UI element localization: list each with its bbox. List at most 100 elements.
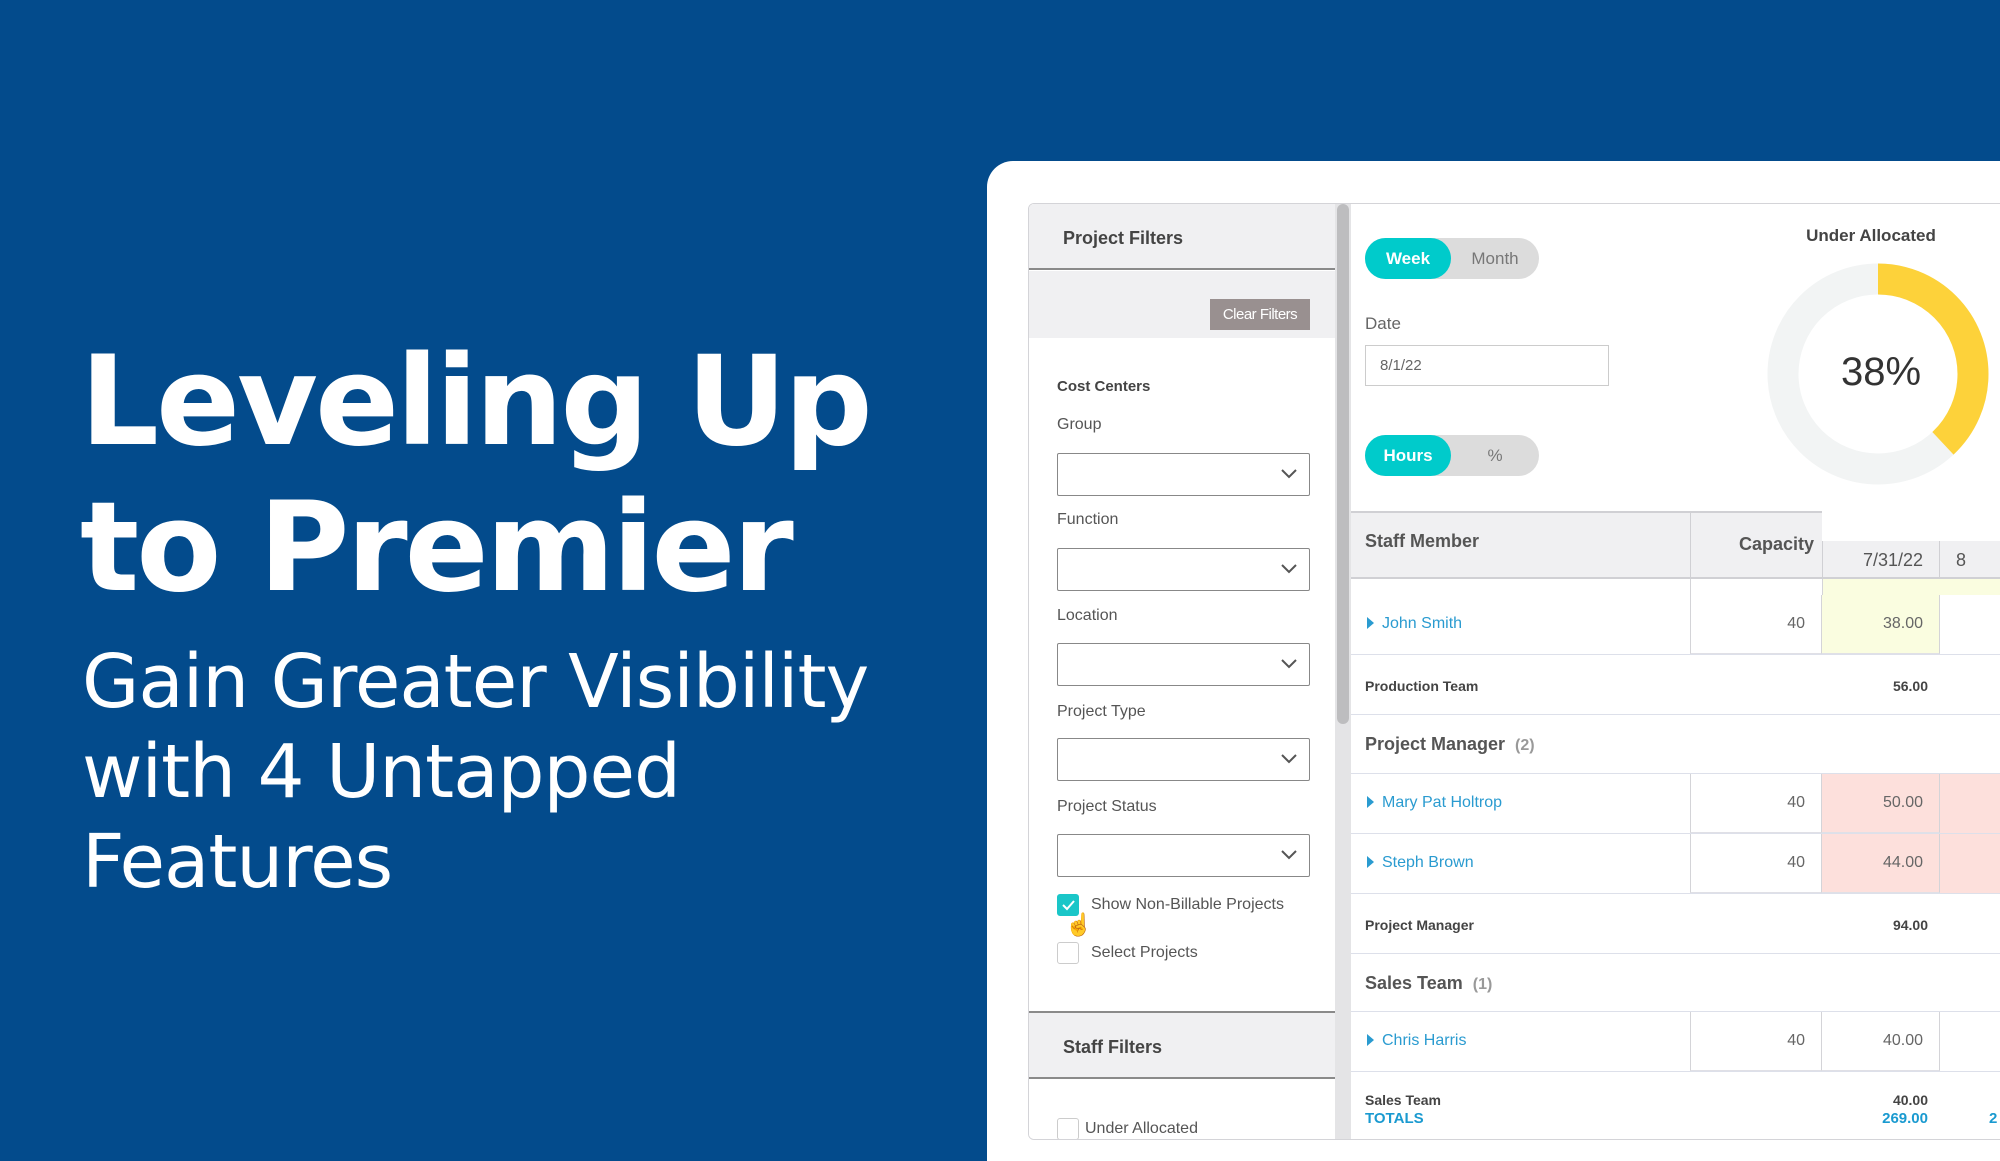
staff-link[interactable]: Mary Pat Holtrop bbox=[1367, 794, 1502, 812]
chevron-down-icon bbox=[1281, 564, 1297, 574]
staff-link[interactable]: John Smith bbox=[1367, 615, 1462, 633]
hero-subtitle-line-3: Features bbox=[82, 819, 393, 905]
header-date-1: 7/31/22 bbox=[1822, 541, 1940, 579]
staff-filters-header: Staff Filters bbox=[1029, 1011, 1335, 1079]
show-non-billable-label: Show Non-Billable Projects bbox=[1091, 896, 1284, 913]
header-capacity: Capacity bbox=[1690, 513, 1822, 579]
header-spacer bbox=[1822, 511, 2000, 541]
unit-toggle[interactable]: Hours % bbox=[1365, 435, 1539, 476]
subtotal-row: Sales Team 40.00 bbox=[1351, 1072, 2000, 1106]
totals-next-value: 2 bbox=[1989, 1110, 1998, 1127]
hero-subtitle-line-1: Gain Greater Visibility bbox=[82, 639, 869, 725]
group-label: Sales Team (1) bbox=[1365, 973, 1492, 994]
subtotal-label: Sales Team bbox=[1365, 1092, 1442, 1106]
group-name: Sales Team bbox=[1365, 973, 1463, 993]
hero-subtitle-line-2: with 4 Untapped bbox=[82, 729, 681, 815]
expand-caret-icon[interactable] bbox=[1367, 617, 1374, 629]
hours-option[interactable]: Hours bbox=[1365, 435, 1451, 476]
subtotal-row: Production Team 56.00 bbox=[1351, 655, 2000, 715]
percent-option[interactable]: % bbox=[1451, 435, 1539, 476]
hero-title-line-2: to Premier bbox=[80, 476, 794, 620]
group-row: Project Manager (2) bbox=[1351, 715, 2000, 774]
under-allocated-label: Under Allocated bbox=[1085, 1120, 1198, 1137]
subtotal-row: Project Manager 94.00 bbox=[1351, 894, 2000, 954]
function-label: Function bbox=[1057, 511, 1119, 528]
clear-filters-button[interactable]: Clear Filters bbox=[1210, 299, 1310, 330]
capacity-cell: 40 bbox=[1690, 774, 1822, 833]
project-type-label: Project Type bbox=[1057, 703, 1146, 720]
table-row: Mary Pat Holtrop 40 50.00 bbox=[1351, 774, 2000, 834]
value-cell[interactable]: 40.00 bbox=[1822, 1012, 1940, 1071]
group-count: (2) bbox=[1515, 737, 1535, 754]
header-date-2: 8 bbox=[1956, 550, 1967, 570]
group-label: Project Manager (2) bbox=[1365, 734, 1535, 755]
gauge-value: 38% bbox=[1840, 350, 1922, 394]
location-label: Location bbox=[1057, 607, 1118, 624]
hand-cursor-icon: ☝ bbox=[1065, 912, 1093, 937]
table-row: Chris Harris 40 40.00 bbox=[1351, 1012, 2000, 1072]
staff-name[interactable]: Steph Brown bbox=[1382, 854, 1474, 871]
table-row: Steph Brown 40 44.00 bbox=[1351, 834, 2000, 894]
staff-name[interactable]: John Smith bbox=[1382, 615, 1462, 632]
clear-bar: Clear Filters bbox=[1029, 271, 1335, 338]
month-option[interactable]: Month bbox=[1451, 238, 1539, 279]
totals-value: 269.00 bbox=[1882, 1110, 1928, 1127]
highlight-strip bbox=[1822, 579, 2000, 595]
value-cell[interactable]: 38.00 bbox=[1822, 595, 1940, 654]
staff-name[interactable]: Mary Pat Holtrop bbox=[1382, 794, 1502, 811]
date-label: Date bbox=[1365, 314, 1401, 333]
subtotal-value: 40.00 bbox=[1892, 1092, 1928, 1106]
project-filters-header: Project Filters bbox=[1029, 204, 1335, 270]
chevron-down-icon bbox=[1281, 469, 1297, 479]
group-count: (1) bbox=[1472, 976, 1493, 993]
capacity-cell: 40 bbox=[1690, 1012, 1822, 1071]
staff-name[interactable]: Chris Harris bbox=[1382, 1032, 1466, 1049]
value-cell[interactable]: 44.00 bbox=[1822, 834, 1940, 893]
hero-title-line-1: Leveling Up bbox=[80, 330, 873, 474]
table-header: Staff Member Capacity 7/31/22 8 bbox=[1351, 511, 2000, 579]
subtotal-label: Production Team bbox=[1365, 678, 1479, 694]
header-staff-member: Staff Member bbox=[1365, 531, 1480, 551]
filter-scrollbar[interactable] bbox=[1335, 204, 1351, 1139]
group-name: Project Manager bbox=[1365, 734, 1506, 754]
subtotal-label: Project Manager bbox=[1365, 917, 1474, 933]
date-input[interactable]: 8/1/22 bbox=[1365, 345, 1609, 386]
period-toggle[interactable]: Week Month bbox=[1365, 238, 1539, 279]
group-label: Group bbox=[1057, 416, 1102, 433]
capacity-cell: 40 bbox=[1690, 834, 1822, 893]
staff-link[interactable]: Steph Brown bbox=[1367, 854, 1474, 872]
expand-caret-icon[interactable] bbox=[1367, 856, 1374, 868]
scrollbar-thumb[interactable] bbox=[1337, 204, 1349, 724]
chevron-down-icon bbox=[1281, 754, 1297, 764]
select-projects-label: Select Projects bbox=[1091, 944, 1198, 961]
expand-caret-icon[interactable] bbox=[1367, 1034, 1374, 1046]
next-value-cell[interactable] bbox=[1940, 774, 2000, 833]
function-select[interactable] bbox=[1057, 548, 1310, 591]
value-cell[interactable]: 50.00 bbox=[1822, 774, 1940, 833]
app-frame: Project Filters Clear Filters Cost Cente… bbox=[1028, 203, 2000, 1140]
subtotal-value: 94.00 bbox=[1892, 917, 1928, 933]
project-status-label: Project Status bbox=[1057, 798, 1157, 815]
week-option[interactable]: Week bbox=[1365, 238, 1451, 279]
project-type-select[interactable] bbox=[1057, 738, 1310, 781]
table-row: John Smith 40 38.00 bbox=[1351, 595, 2000, 655]
totals-row: TOTALS 269.00 2 bbox=[1351, 1106, 2000, 1139]
capacity-cell: 40 bbox=[1690, 595, 1822, 654]
staff-link[interactable]: Chris Harris bbox=[1367, 1032, 1466, 1050]
expand-caret-icon[interactable] bbox=[1367, 796, 1374, 808]
under-allocated-checkbox[interactable] bbox=[1057, 1118, 1079, 1139]
group-row: Sales Team (1) bbox=[1351, 954, 2000, 1012]
chevron-down-icon bbox=[1281, 850, 1297, 860]
next-value-cell[interactable] bbox=[1940, 834, 2000, 893]
cost-centers-heading: Cost Centers bbox=[1057, 378, 1151, 395]
subtotal-value: 56.00 bbox=[1892, 678, 1928, 694]
divider bbox=[1690, 579, 1691, 595]
group-select[interactable] bbox=[1057, 453, 1310, 496]
filter-panel: Project Filters Clear Filters Cost Cente… bbox=[1029, 204, 1335, 1139]
location-select[interactable] bbox=[1057, 643, 1310, 686]
chevron-down-icon bbox=[1281, 659, 1297, 669]
project-status-select[interactable] bbox=[1057, 834, 1310, 877]
select-projects-checkbox[interactable] bbox=[1057, 942, 1079, 964]
main-area: Week Month Date 8/1/22 Hours % Under All… bbox=[1351, 204, 2000, 1139]
totals-label: TOTALS bbox=[1365, 1110, 1424, 1127]
